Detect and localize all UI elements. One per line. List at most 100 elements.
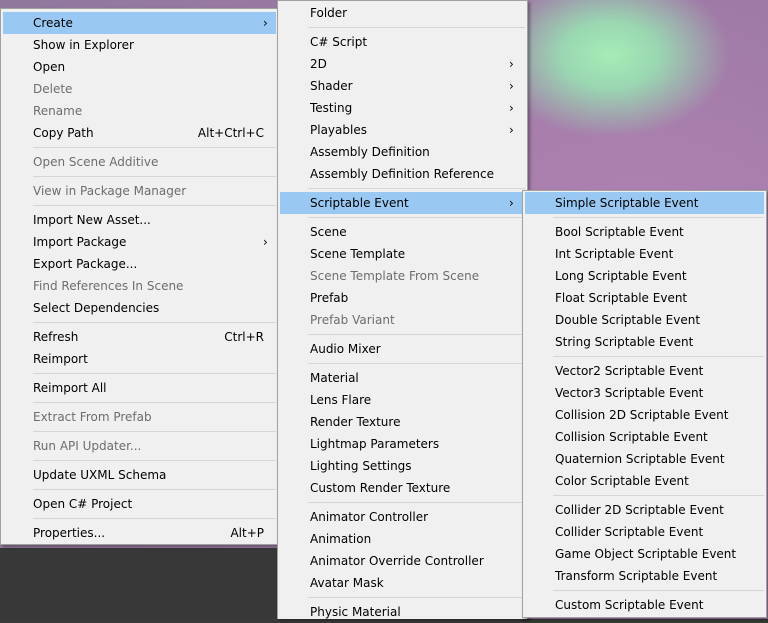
menu-item-animator-override-controller[interactable]: Animator Override Controller bbox=[280, 550, 525, 572]
menu-item-color-scriptable-event[interactable]: Color Scriptable Event bbox=[525, 470, 764, 492]
chevron-right-icon: › bbox=[509, 57, 514, 71]
menu-item-simple-scriptable-event[interactable]: Simple Scriptable Event bbox=[525, 192, 764, 214]
menu-item-label: Animation bbox=[310, 532, 372, 546]
menu-item-label: Reimport All bbox=[33, 381, 107, 395]
menu-item-label: Transform Scriptable Event bbox=[555, 569, 718, 583]
menu-item-label: Prefab bbox=[310, 291, 349, 305]
menu-item-animation[interactable]: Animation bbox=[280, 528, 525, 550]
menu-item-scene[interactable]: Scene bbox=[280, 221, 525, 243]
menu-item-c-script[interactable]: C# Script bbox=[280, 31, 525, 53]
menu-item-playables[interactable]: Playables › bbox=[280, 119, 525, 141]
context-menu: Create › Show in Explorer Open Delete Rename C… bbox=[0, 8, 279, 545]
chevron-right-icon: › bbox=[263, 16, 268, 30]
menu-item-label: Collision 2D Scriptable Event bbox=[555, 408, 729, 422]
menu-item-label: Rename bbox=[33, 104, 83, 118]
menu-separator bbox=[308, 597, 525, 598]
menu-item-label: Quaternion Scriptable Event bbox=[555, 452, 725, 466]
menu-separator bbox=[308, 217, 525, 218]
menu-item-label: Color Scriptable Event bbox=[555, 474, 689, 488]
menu-item-refresh[interactable]: Refresh Ctrl+R bbox=[3, 326, 276, 348]
menu-item-quaternion-scriptable-event[interactable]: Quaternion Scriptable Event bbox=[525, 448, 764, 470]
menu-item-show-in-explorer[interactable]: Show in Explorer bbox=[3, 34, 276, 56]
menu-item-prefab[interactable]: Prefab bbox=[280, 287, 525, 309]
menu-item-float-scriptable-event[interactable]: Float Scriptable Event bbox=[525, 287, 764, 309]
menu-item-scriptable-event[interactable]: Scriptable Event › bbox=[280, 192, 525, 214]
menu-item-label: Find References In Scene bbox=[33, 279, 184, 293]
menu-item-label: Long Scriptable Event bbox=[555, 269, 687, 283]
menu-item-shader[interactable]: Shader › bbox=[280, 75, 525, 97]
menu-separator bbox=[33, 373, 276, 374]
menu-item-bool-scriptable-event[interactable]: Bool Scriptable Event bbox=[525, 221, 764, 243]
menu-item-open[interactable]: Open bbox=[3, 56, 276, 78]
menu-item-reimport[interactable]: Reimport bbox=[3, 348, 276, 370]
menu-item-string-scriptable-event[interactable]: String Scriptable Event bbox=[525, 331, 764, 353]
menu-item-custom-scriptable-event[interactable]: Custom Scriptable Event bbox=[525, 594, 764, 616]
menu-item-folder[interactable]: Folder bbox=[280, 2, 525, 24]
menu-item-assembly-definition[interactable]: Assembly Definition bbox=[280, 141, 525, 163]
menu-separator bbox=[33, 518, 276, 519]
menu-item-scene-template-from-scene: Scene Template From Scene bbox=[280, 265, 525, 287]
menu-item-game-object-scriptable-event[interactable]: Game Object Scriptable Event bbox=[525, 543, 764, 565]
menu-item-export-package[interactable]: Export Package... bbox=[3, 253, 276, 275]
chevron-right-icon: › bbox=[509, 196, 514, 210]
menu-item-lens-flare[interactable]: Lens Flare bbox=[280, 389, 525, 411]
menu-item-scene-template[interactable]: Scene Template bbox=[280, 243, 525, 265]
menu-item-custom-render-texture[interactable]: Custom Render Texture bbox=[280, 477, 525, 499]
menu-item-animator-controller[interactable]: Animator Controller bbox=[280, 506, 525, 528]
menu-item-label: Vector3 Scriptable Event bbox=[555, 386, 704, 400]
menu-item-copy-path[interactable]: Copy Path Alt+Ctrl+C bbox=[3, 122, 276, 144]
menu-item-vector3-scriptable-event[interactable]: Vector3 Scriptable Event bbox=[525, 382, 764, 404]
menu-item-label: Folder bbox=[310, 6, 348, 20]
menu-item-material[interactable]: Material bbox=[280, 367, 525, 389]
scriptable-event-submenu: Simple Scriptable Event Bool Scriptable E… bbox=[522, 190, 767, 618]
menu-item-collision-2d-scriptable-event[interactable]: Collision 2D Scriptable Event bbox=[525, 404, 764, 426]
menu-item-import-new-asset[interactable]: Import New Asset... bbox=[3, 209, 276, 231]
menu-item-prefab-variant: Prefab Variant bbox=[280, 309, 525, 331]
menu-item-label: Custom Scriptable Event bbox=[555, 598, 704, 612]
menu-item-2d[interactable]: 2D › bbox=[280, 53, 525, 75]
menu-item-label: Export Package... bbox=[33, 257, 138, 271]
menu-item-long-scriptable-event[interactable]: Long Scriptable Event bbox=[525, 265, 764, 287]
menu-separator bbox=[553, 356, 764, 357]
menu-item-assembly-definition-reference[interactable]: Assembly Definition Reference bbox=[280, 163, 525, 185]
menu-item-transform-scriptable-event[interactable]: Transform Scriptable Event bbox=[525, 565, 764, 587]
menu-item-label: Testing bbox=[310, 101, 353, 115]
menu-item-int-scriptable-event[interactable]: Int Scriptable Event bbox=[525, 243, 764, 265]
menu-separator bbox=[308, 27, 525, 28]
menu-item-label: Select Dependencies bbox=[33, 301, 160, 315]
menu-item-collision-scriptable-event[interactable]: Collision Scriptable Event bbox=[525, 426, 764, 448]
menu-item-audio-mixer[interactable]: Audio Mixer bbox=[280, 338, 525, 360]
menu-item-physic-material[interactable]: Physic Material bbox=[280, 601, 525, 623]
menu-item-create[interactable]: Create › bbox=[3, 12, 276, 34]
menu-item-update-uxml-schema[interactable]: Update UXML Schema bbox=[3, 464, 276, 486]
menu-item-vector2-scriptable-event[interactable]: Vector2 Scriptable Event bbox=[525, 360, 764, 382]
menu-item-find-references-in-scene: Find References In Scene bbox=[3, 275, 276, 297]
menu-item-label: Open C# Project bbox=[33, 497, 133, 511]
menu-item-render-texture[interactable]: Render Texture bbox=[280, 411, 525, 433]
menu-item-testing[interactable]: Testing › bbox=[280, 97, 525, 119]
menu-separator bbox=[308, 363, 525, 364]
menu-item-label: Prefab Variant bbox=[310, 313, 395, 327]
menu-item-open-c-project[interactable]: Open C# Project bbox=[3, 493, 276, 515]
menu-item-run-api-updater: Run API Updater... bbox=[3, 435, 276, 457]
menu-separator bbox=[33, 489, 276, 490]
menu-item-label: Avatar Mask bbox=[310, 576, 384, 590]
menu-item-extract-from-prefab: Extract From Prefab bbox=[3, 406, 276, 428]
chevron-right-icon: › bbox=[263, 235, 268, 249]
menu-item-import-package[interactable]: Import Package › bbox=[3, 231, 276, 253]
menu-item-label: Properties... bbox=[33, 526, 106, 540]
menu-item-properties[interactable]: Properties... Alt+P bbox=[3, 522, 276, 544]
menu-item-select-dependencies[interactable]: Select Dependencies bbox=[3, 297, 276, 319]
menu-item-label: Lens Flare bbox=[310, 393, 372, 407]
menu-item-collider-scriptable-event[interactable]: Collider Scriptable Event bbox=[525, 521, 764, 543]
menu-item-double-scriptable-event[interactable]: Double Scriptable Event bbox=[525, 309, 764, 331]
menu-item-collider-2d-scriptable-event[interactable]: Collider 2D Scriptable Event bbox=[525, 499, 764, 521]
menu-item-label: Lightmap Parameters bbox=[310, 437, 440, 451]
menu-item-avatar-mask[interactable]: Avatar Mask bbox=[280, 572, 525, 594]
menu-item-reimport-all[interactable]: Reimport All bbox=[3, 377, 276, 399]
menu-separator bbox=[308, 502, 525, 503]
menu-item-label: Import Package bbox=[33, 235, 127, 249]
menu-item-lighting-settings[interactable]: Lighting Settings bbox=[280, 455, 525, 477]
menu-item-label: Extract From Prefab bbox=[33, 410, 152, 424]
menu-item-lightmap-parameters[interactable]: Lightmap Parameters bbox=[280, 433, 525, 455]
